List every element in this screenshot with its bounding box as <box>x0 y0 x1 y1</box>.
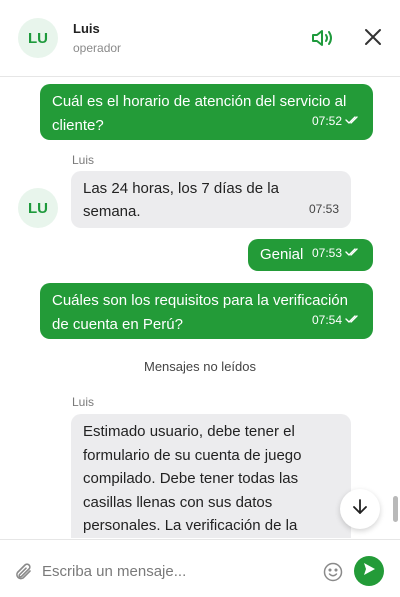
message-list[interactable]: Cuál es el horario de atención del servi… <box>0 78 400 538</box>
double-check-icon <box>345 308 361 332</box>
operator-avatar: LU <box>18 18 58 58</box>
message-sender: Luis <box>72 153 95 167</box>
emoji-icon[interactable] <box>322 561 344 583</box>
message-meta: 07:53 <box>312 241 361 265</box>
message-text: Cuáles son los requisitos para la verifi… <box>52 292 348 333</box>
message-composer <box>0 539 400 597</box>
message-sender: Luis <box>72 395 95 409</box>
message-text: Las 24 horas, los 7 días de la semana. <box>83 180 279 220</box>
outgoing-message: Genial 07:53 <box>248 239 373 271</box>
message-meta: 07:52 <box>312 109 361 133</box>
message-time: 07:53 <box>308 202 339 216</box>
speaker-icon[interactable] <box>309 25 335 51</box>
scrollbar[interactable] <box>390 78 400 538</box>
operator-avatar: LU <box>18 188 58 228</box>
operator-role: operador <box>73 41 122 55</box>
message-text: Genial <box>260 246 304 263</box>
double-check-icon <box>345 241 361 265</box>
send-button[interactable] <box>354 556 384 586</box>
chat-header: LU Luis operador <box>0 0 400 77</box>
send-icon <box>361 561 377 582</box>
message-meta: 07:54 <box>312 308 361 332</box>
outgoing-message: Cuál es el horario de atención del servi… <box>40 84 373 140</box>
close-icon[interactable] <box>361 25 385 49</box>
paperclip-icon[interactable] <box>13 561 35 583</box>
operator-name: Luis <box>73 21 100 36</box>
message-time: 07:52 <box>311 114 342 128</box>
message-time: 07:53 <box>311 246 342 260</box>
message-text: Estimado usuario, debe tener el formular… <box>83 423 302 534</box>
message-input[interactable] <box>42 559 312 583</box>
message-text: Cuál es el horario de atención del servi… <box>52 93 347 134</box>
arrow-down-icon <box>350 497 370 522</box>
incoming-message: Estimado usuario, debe tener el formular… <box>71 414 351 538</box>
unread-divider: Mensajes no leídos <box>143 359 256 374</box>
scroll-to-bottom-button[interactable] <box>340 489 380 529</box>
outgoing-message: Cuáles son los requisitos para la verifi… <box>40 283 373 339</box>
message-time: 07:54 <box>311 313 342 327</box>
incoming-message: Las 24 horas, los 7 días de la semana. 0… <box>71 171 351 228</box>
double-check-icon <box>345 109 361 133</box>
scrollbar-thumb[interactable] <box>393 496 398 522</box>
